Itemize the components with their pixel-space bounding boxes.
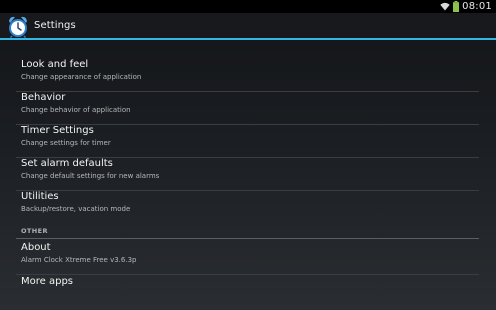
- setting-about[interactable]: About Alarm Clock Xtreme Free v3.6.3p: [16, 242, 479, 275]
- setting-title: Timer Settings: [21, 125, 94, 136]
- section-header-label: OTHER: [21, 227, 48, 235]
- setting-title: About: [21, 242, 51, 253]
- setting-subtitle: Backup/restore, vacation mode: [21, 205, 131, 213]
- setting-alarm-defaults[interactable]: Set alarm defaults Change default settin…: [16, 158, 479, 191]
- setting-look-and-feel[interactable]: Look and feel Change appearance of appli…: [16, 59, 479, 92]
- setting-title: Behavior: [21, 92, 66, 103]
- action-bar: Settings: [0, 13, 496, 40]
- setting-title: More apps: [21, 276, 74, 287]
- action-bar-accent-line: [0, 38, 496, 40]
- setting-timer-settings[interactable]: Timer Settings Change settings for timer: [16, 125, 479, 158]
- setting-subtitle: Change default settings for new alarms: [21, 172, 160, 180]
- section-header-other: OTHER: [16, 226, 479, 239]
- setting-title: Set alarm defaults: [21, 158, 113, 169]
- setting-subtitle: Change appearance of application: [21, 73, 142, 81]
- status-icons: 08:01: [440, 0, 492, 13]
- setting-subtitle: Change behavior of application: [21, 106, 131, 114]
- status-clock: 08:01: [462, 1, 492, 12]
- wifi-icon: [440, 2, 450, 11]
- alarm-clock-icon[interactable]: [7, 15, 29, 38]
- battery-icon: [453, 1, 460, 12]
- setting-behavior[interactable]: Behavior Change behavior of application: [16, 92, 479, 125]
- setting-utilities[interactable]: Utilities Backup/restore, vacation mode: [16, 191, 479, 224]
- setting-subtitle: Alarm Clock Xtreme Free v3.6.3p: [21, 256, 137, 264]
- setting-title: Look and feel: [21, 59, 89, 70]
- setting-more-apps[interactable]: More apps: [16, 276, 479, 309]
- status-bar: 08:01: [0, 0, 496, 13]
- setting-subtitle: Change settings for timer: [21, 139, 111, 147]
- setting-title: Utilities: [21, 191, 59, 202]
- page-title: Settings: [34, 20, 76, 31]
